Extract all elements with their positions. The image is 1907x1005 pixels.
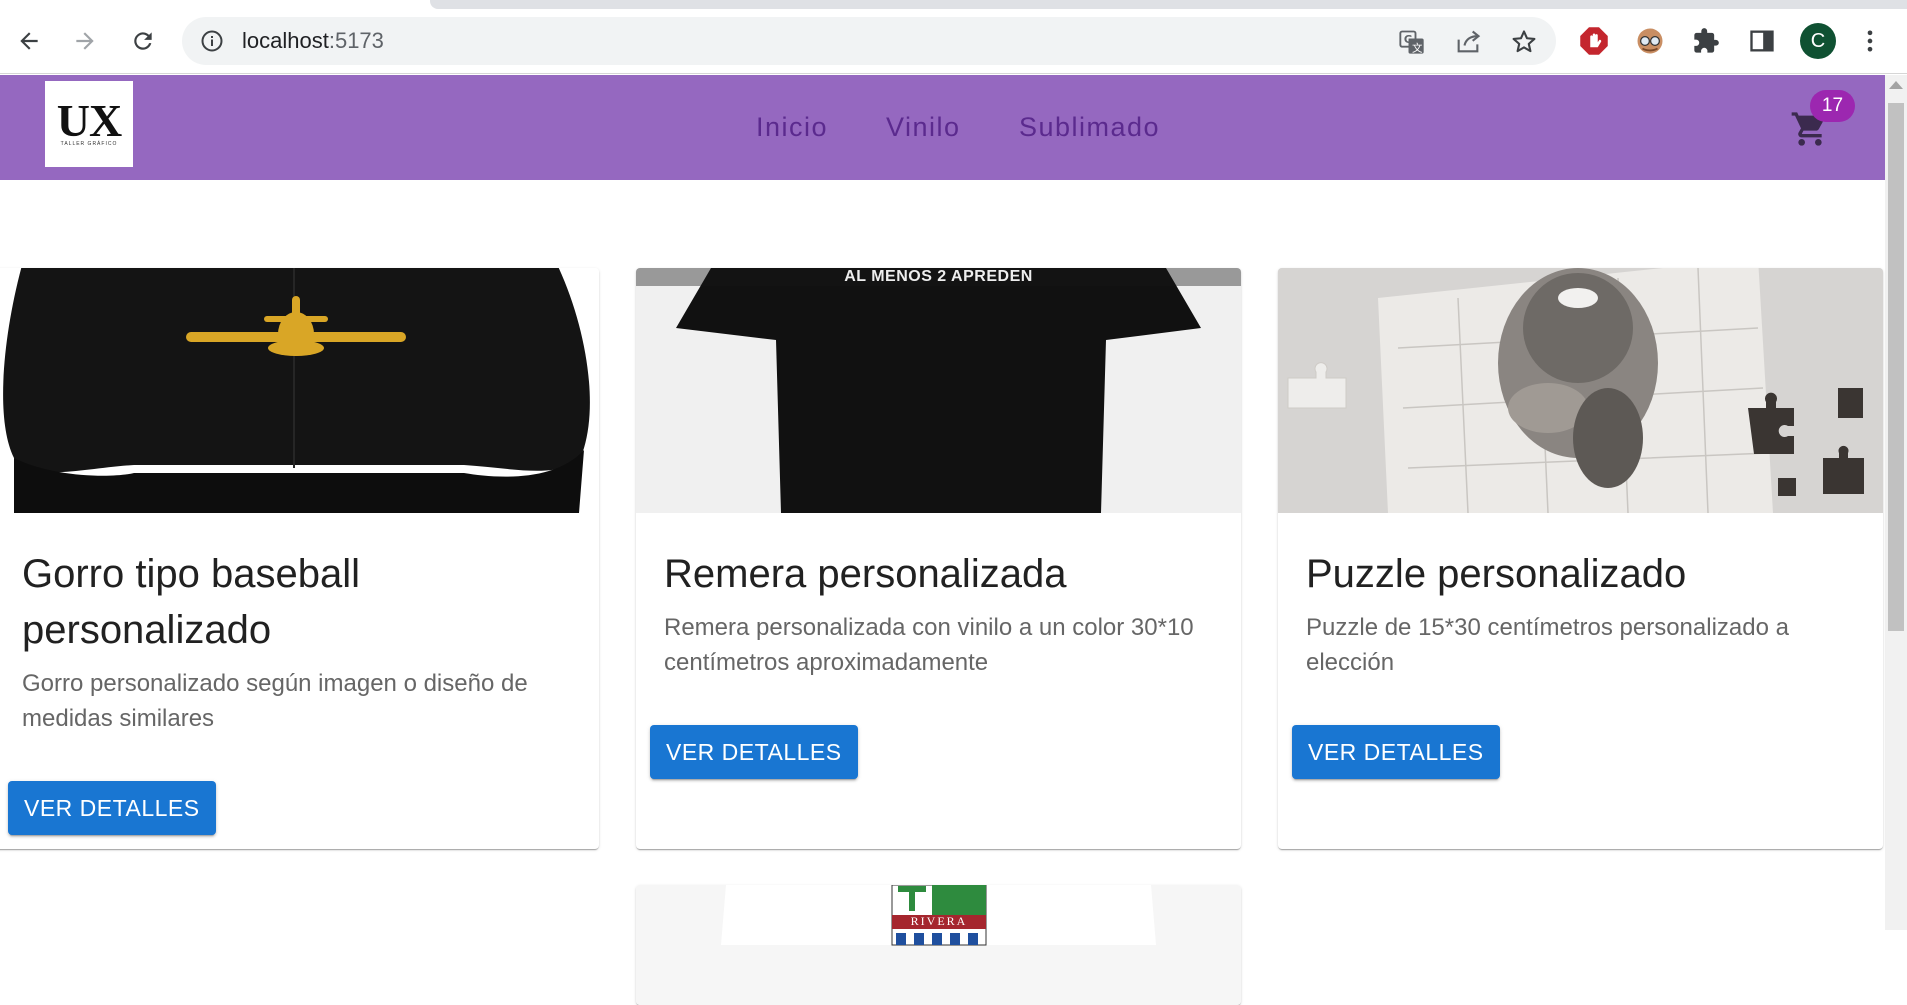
url-port: :5173: [328, 28, 384, 53]
profile-avatar[interactable]: C: [1800, 23, 1836, 59]
side-panel-icon[interactable]: [1746, 25, 1778, 57]
ver-detalles-button[interactable]: VER DETALLES: [650, 725, 858, 779]
forward-arrow-icon[interactable]: [68, 24, 102, 58]
reload-icon[interactable]: [126, 24, 160, 58]
product-card: AL MENOS 2 APREDEN Remera personalizada …: [636, 268, 1241, 849]
scrollbar-thumb[interactable]: [1888, 103, 1904, 631]
site-info-icon[interactable]: [200, 29, 224, 53]
nav-link-inicio[interactable]: Inicio: [756, 112, 828, 143]
tab-strip: [430, 0, 1907, 9]
logo-tagline: TALLER GRÁFICO: [60, 141, 118, 147]
product-description: Puzzle de 15*30 centímetros personalizad…: [1306, 614, 1789, 676]
share-icon[interactable]: [1454, 28, 1482, 56]
ver-detalles-button[interactable]: VER DETALLES: [8, 781, 216, 835]
kebab-menu-icon[interactable]: [1854, 25, 1886, 57]
nav-link-sublimado[interactable]: Sublimado: [1019, 112, 1160, 143]
browser-toolbar: localhost:5173 G 文 C: [0, 0, 1907, 74]
translate-icon[interactable]: G 文: [1398, 28, 1426, 56]
address-bar[interactable]: localhost:5173 G 文: [182, 17, 1556, 65]
product-title: Puzzle personalizado: [1306, 552, 1687, 596]
scroll-up-arrow[interactable]: [1889, 81, 1903, 89]
product-card: RIVERA: [636, 885, 1241, 1005]
extension-avatar-icon[interactable]: [1634, 25, 1666, 57]
puzzle-extensions-icon[interactable]: [1690, 25, 1722, 57]
rivera-crest-text: RIVERA: [910, 914, 968, 928]
product-card: Gorro tipo baseball personalizado Gorro …: [0, 268, 599, 849]
product-description: Gorro personalizado según imagen o diseñ…: [22, 670, 528, 732]
product-image-cap[interactable]: [0, 268, 599, 513]
ver-detalles-button[interactable]: VER DETALLES: [1292, 725, 1500, 779]
tshirt-print-text: AL MENOS 2 APREDEN: [844, 268, 1033, 285]
bookmark-star-icon[interactable]: [1510, 28, 1538, 56]
svg-text:文: 文: [1412, 41, 1423, 54]
brand-logo[interactable]: UX TALLER GRÁFICO: [45, 81, 133, 167]
adblock-icon[interactable]: [1578, 25, 1610, 57]
product-image-tshirt[interactable]: [636, 268, 1241, 513]
product-description: Remera personalizada con vinilo a un col…: [664, 614, 1194, 676]
back-arrow-icon[interactable]: [12, 24, 46, 58]
app-header: UX TALLER GRÁFICO Inicio Vinilo Sublimad…: [0, 75, 1885, 180]
cart-count-badge: 17: [1810, 90, 1855, 122]
product-image-puzzle[interactable]: [1278, 268, 1883, 513]
product-card: Puzzle personalizado Puzzle de 15*30 cen…: [1278, 268, 1883, 849]
product-title: Remera personalizada: [664, 552, 1067, 596]
logo-text: UX: [56, 95, 122, 146]
product-image-white-tshirt[interactable]: [636, 885, 1241, 1005]
product-title: Gorro tipo baseball personalizado: [22, 552, 360, 652]
nav-link-vinilo[interactable]: Vinilo: [886, 112, 961, 143]
url-text[interactable]: localhost:5173: [242, 28, 384, 54]
url-host: localhost: [242, 28, 329, 53]
